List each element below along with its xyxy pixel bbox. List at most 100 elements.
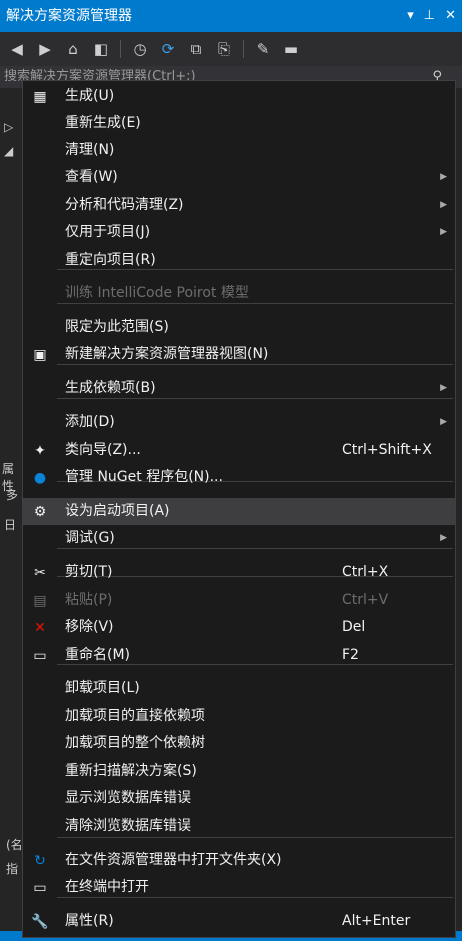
history-icon[interactable]: ◷ bbox=[129, 38, 151, 60]
menu-item-label: 加载项目的直接依赖项 bbox=[65, 708, 205, 724]
menu-item-label: 生成依赖项(B) bbox=[65, 380, 156, 396]
submenu-arrow-icon: ▶ bbox=[440, 383, 447, 393]
wrench-icon: 🔧 bbox=[31, 914, 49, 930]
properties-object[interactable]: 多 bbox=[6, 486, 18, 503]
gear-icon: ⚙ bbox=[33, 504, 47, 520]
menu-item[interactable]: 重新扫描解决方案(S) bbox=[23, 758, 455, 785]
menu-item[interactable]: 清理(N) bbox=[23, 137, 455, 164]
menu-item[interactable]: 加载项目的整个依赖树 bbox=[23, 730, 455, 757]
menu-item-label: 清除浏览数据库错误 bbox=[65, 818, 191, 834]
menu-item[interactable]: ✕ 移除(V) Del bbox=[23, 614, 455, 641]
sync-icon[interactable]: ⟳ bbox=[157, 38, 179, 60]
menu-item[interactable]: 查看(W) ▶ bbox=[23, 164, 455, 191]
menu-item-label: 重定向项目(R) bbox=[65, 252, 156, 268]
menu-item[interactable]: ✂ 剪切(T) Ctrl+X bbox=[23, 559, 455, 586]
menu-item: ▤ 粘贴(P) Ctrl+V bbox=[23, 587, 455, 614]
menu-item-shortcut: Alt+Enter bbox=[342, 913, 411, 929]
menu-item-label: 显示浏览数据库错误 bbox=[65, 790, 191, 806]
menu-item[interactable]: 显示浏览数据库错误 bbox=[23, 785, 455, 812]
menu-item-label: 调试(G) bbox=[65, 530, 115, 546]
menu-item-shortcut: Del bbox=[342, 619, 366, 635]
submenu-arrow-icon: ▶ bbox=[440, 200, 447, 210]
menu-item-shortcut: F2 bbox=[342, 647, 359, 663]
menu-item[interactable]: 生成依赖项(B) ▶ bbox=[23, 375, 455, 402]
toolbar-separator bbox=[120, 40, 121, 58]
close-icon[interactable]: ✕ bbox=[445, 0, 456, 32]
window-title: 解决方案资源管理器 bbox=[6, 8, 132, 24]
menu-item-label: 添加(D) bbox=[65, 414, 115, 430]
menu-item-label: 卸载项目(L) bbox=[65, 680, 140, 696]
paste-icon: ▤ bbox=[33, 593, 47, 609]
home-icon[interactable]: ⌂ bbox=[62, 38, 84, 60]
menu-item[interactable]: 重定向项目(R) bbox=[23, 247, 455, 274]
menu-item[interactable]: 清除浏览数据库错误 bbox=[23, 813, 455, 840]
menu-item[interactable]: ▭ 在终端中打开 bbox=[23, 874, 455, 901]
tree-expander[interactable]: ▷ bbox=[4, 120, 13, 134]
remove-icon: ✕ bbox=[34, 620, 46, 636]
menu-item-label: 重命名(M) bbox=[65, 647, 131, 663]
menu-item-label: 仅用于项目(J) bbox=[65, 224, 151, 240]
tree-expander[interactable]: ◢ bbox=[4, 144, 13, 158]
context-menu: ▦ 生成(U) 重新生成(E) 清理(N) 查看(W) ▶ 分析和代码清理(Z) ▶ 仅用于项目… bbox=[22, 80, 456, 938]
menu-item-label: 新建解决方案资源管理器视图(N) bbox=[65, 346, 269, 362]
menu-item-label: 粘贴(P) bbox=[65, 592, 113, 608]
back-icon[interactable]: ◀ bbox=[6, 38, 28, 60]
properties-desc-label: 指 bbox=[6, 862, 19, 876]
menu-item-label: 设为启动项目(A) bbox=[65, 503, 170, 519]
menu-item[interactable]: 添加(D) ▶ bbox=[23, 409, 455, 436]
solution-tree-pane: ▷ ◢ 属性 多 日 (名 指 bbox=[0, 88, 23, 941]
menu-item[interactable]: ↻ 在文件资源管理器中打开文件夹(X) bbox=[23, 847, 455, 874]
menu-item[interactable]: 🔧 属性(R) Alt+Enter bbox=[23, 908, 455, 935]
rename-icon: ▭ bbox=[33, 648, 47, 664]
toolbar-separator bbox=[243, 40, 244, 58]
menu-item[interactable]: 仅用于项目(J) ▶ bbox=[23, 219, 455, 246]
submenu-arrow-icon: ▶ bbox=[440, 533, 447, 543]
new-view-icon: ▣ bbox=[33, 347, 47, 363]
terminal-icon: ▭ bbox=[33, 880, 47, 896]
menu-item-label: 在终端中打开 bbox=[65, 879, 149, 895]
title-bar: 解决方案资源管理器 ▾ ⊥ ✕ bbox=[0, 0, 462, 32]
collapse-icon[interactable]: ⧉ bbox=[185, 38, 207, 60]
dropdown-icon[interactable]: ▾ bbox=[407, 0, 414, 32]
menu-item[interactable]: 调试(G) ▶ bbox=[23, 525, 455, 552]
menu-item-label: 在文件资源管理器中打开文件夹(X) bbox=[65, 852, 282, 868]
build-icon: ▦ bbox=[33, 89, 47, 105]
menu-item-shortcut: Ctrl+Shift+X bbox=[342, 442, 432, 458]
menu-item-label: 管理 NuGet 程序包(N)... bbox=[65, 469, 223, 485]
forward-icon[interactable]: ▶ bbox=[34, 38, 56, 60]
menu-item[interactable]: 卸载项目(L) bbox=[23, 675, 455, 702]
scissors-icon: ✂ bbox=[34, 565, 46, 581]
open-folder-icon: ↻ bbox=[34, 853, 46, 869]
menu-item-shortcut: Ctrl+X bbox=[342, 564, 389, 580]
menu-item-label: 重新扫描解决方案(S) bbox=[65, 763, 197, 779]
menu-item-label: 分析和代码清理(Z) bbox=[65, 197, 184, 213]
properties-view-button[interactable]: 日 bbox=[4, 516, 16, 533]
preview-icon[interactable]: ▬ bbox=[280, 38, 302, 60]
menu-item[interactable]: ▦ 生成(U) bbox=[23, 83, 455, 110]
toolbar: ◀ ▶ ⌂ ◧ ◷ ⟳ ⧉ ⎘ ✎ ▬ bbox=[0, 32, 462, 66]
menu-item[interactable]: ▣ 新建解决方案资源管理器视图(N) bbox=[23, 341, 455, 368]
menu-item-shortcut: Ctrl+V bbox=[342, 592, 389, 608]
menu-item[interactable]: 分析和代码清理(Z) ▶ bbox=[23, 192, 455, 219]
menu-item: 训练 IntelliCode Poirot 模型 bbox=[23, 280, 455, 307]
class-wizard-icon: ✦ bbox=[34, 443, 46, 459]
menu-item[interactable]: 限定为此范围(S) bbox=[23, 314, 455, 341]
menu-item-label: 生成(U) bbox=[65, 88, 115, 104]
show-all-files-icon[interactable]: ⎘ bbox=[213, 38, 235, 60]
pin-icon[interactable]: ⊥ bbox=[424, 0, 435, 32]
menu-item[interactable]: 加载项目的直接依赖项 bbox=[23, 703, 455, 730]
menu-item[interactable]: ⚙ 设为启动项目(A) bbox=[23, 498, 455, 525]
properties-name-label: (名 bbox=[6, 838, 23, 852]
menu-item[interactable]: ▭ 重命名(M) F2 bbox=[23, 642, 455, 669]
nuget-icon: ● bbox=[33, 470, 47, 486]
menu-item[interactable]: 重新生成(E) bbox=[23, 110, 455, 137]
menu-item-label: 属性(R) bbox=[65, 913, 114, 929]
properties-icon[interactable]: ✎ bbox=[252, 38, 274, 60]
switch-view-icon[interactable]: ◧ bbox=[90, 38, 112, 60]
menu-item[interactable]: ✦ 类向导(Z)... Ctrl+Shift+X bbox=[23, 437, 455, 464]
menu-item-label: 类向导(Z)... bbox=[65, 442, 141, 458]
menu-item-label: 训练 IntelliCode Poirot 模型 bbox=[65, 285, 249, 301]
menu-item-label: 剪切(T) bbox=[65, 564, 113, 580]
menu-item-label: 重新生成(E) bbox=[65, 115, 141, 131]
menu-item[interactable]: ● 管理 NuGet 程序包(N)... bbox=[23, 464, 455, 491]
